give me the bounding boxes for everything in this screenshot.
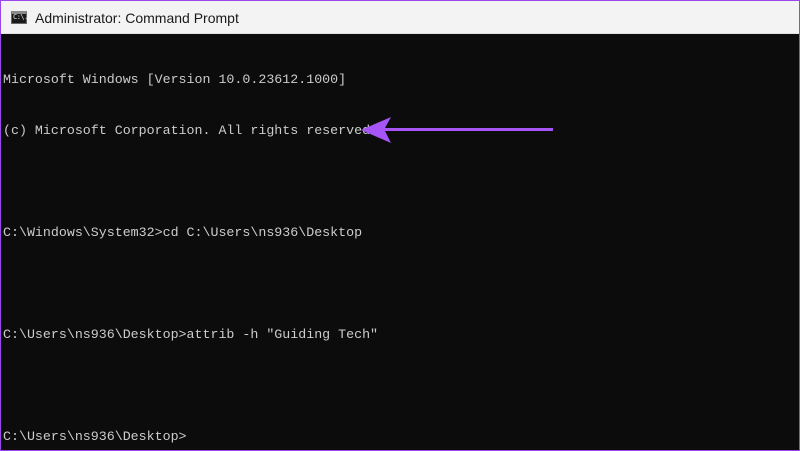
command-prompt-window: C:\. Administrator: Command Prompt Micro…	[1, 1, 799, 450]
console-line: Microsoft Windows [Version 10.0.23612.10…	[3, 72, 347, 87]
title-bar[interactable]: C:\. Administrator: Command Prompt	[1, 1, 799, 34]
console-output[interactable]: Microsoft Windows [Version 10.0.23612.10…	[3, 37, 793, 447]
arrow-left-icon	[361, 117, 553, 143]
prompt-line[interactable]: C:\Users\ns936\Desktop>	[3, 428, 793, 445]
cmd-icon: C:\.	[11, 11, 28, 24]
window-title: Administrator: Command Prompt	[35, 10, 239, 26]
console-line: C:\Users\ns936\Desktop>attrib -h "Guidin…	[3, 327, 379, 342]
console-line: C:\Windows\System32>cd C:\Users\ns936\De…	[3, 225, 363, 240]
cmd-icon-glyph: C:\.	[13, 13, 28, 21]
